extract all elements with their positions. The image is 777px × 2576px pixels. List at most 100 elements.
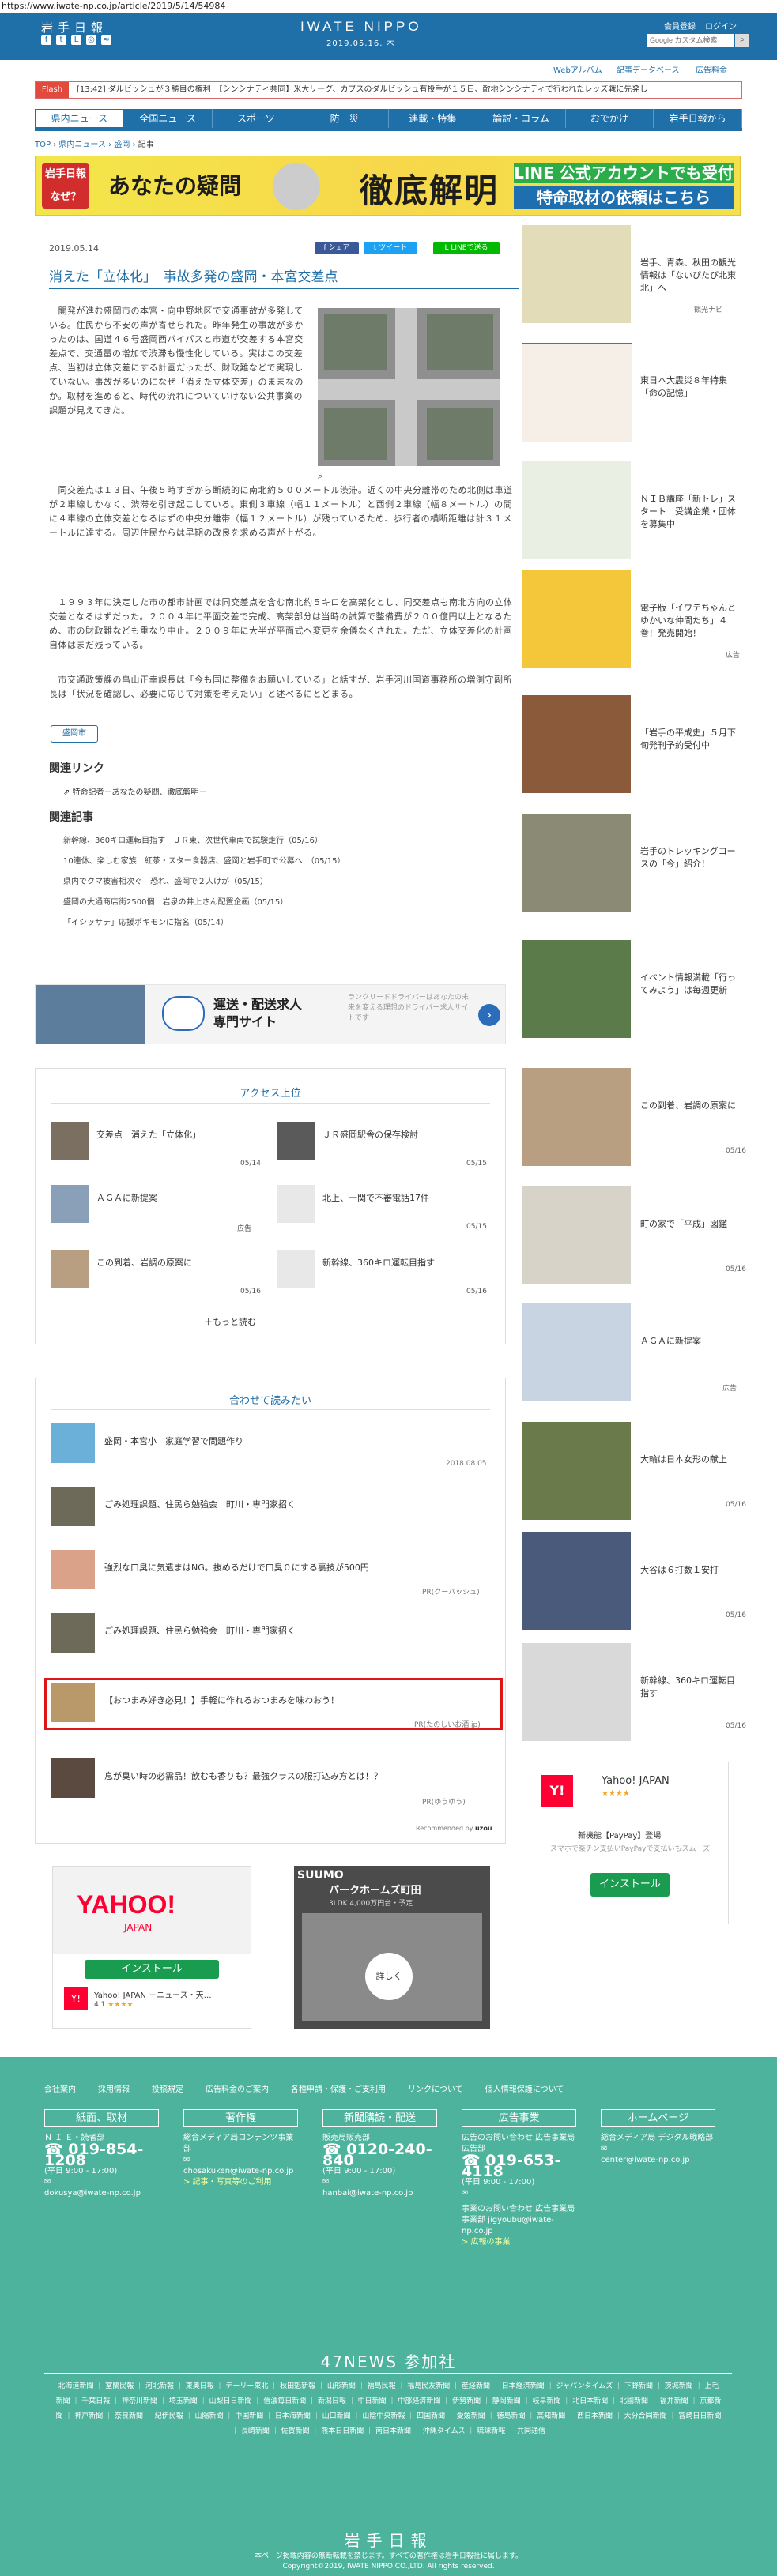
header-link-album[interactable]: Webアルバム [553, 63, 602, 75]
search-input[interactable] [647, 34, 734, 47]
nav-national-news[interactable]: 全国ニュース [124, 109, 213, 128]
address-bar[interactable]: https://www.iwate-np.co.jp/article/2019/… [0, 0, 777, 13]
install-button[interactable]: インストール [590, 1873, 670, 1897]
ad-yahoo-app[interactable]: YAHOO! JAPAN インストール Y! Yahoo! JAPAN －ニュー… [52, 1866, 251, 2029]
related-article-item[interactable]: 10連休、楽しむ家族 紅茶・スター食器店、盛岡と岩手町で公募へ （05/15） [63, 852, 506, 872]
footer-link[interactable]: 会社案内 [44, 2082, 76, 2094]
sidebar-item[interactable]: 「岩手の平成史」５月下旬発刊予約受付中 [522, 695, 743, 798]
phone-number[interactable]: ☎ 0120-240-840 [322, 2142, 437, 2168]
sidebar-item[interactable]: 岩手、青森、秋田の観光情報は「ないびたび北東北」へ 観光ナビ [522, 225, 743, 328]
share-twitter-button[interactable]: t ツイート [364, 242, 417, 254]
nav-disaster[interactable]: 防 災 [300, 109, 389, 128]
install-button[interactable]: インストール [85, 1960, 219, 1979]
recommend-item[interactable]: 息が臭い時の必需品！飲むも香りも？最強クラスの服打込み方とは！？ PR(ゆうゆう… [51, 1758, 493, 1807]
breadcrumb-region[interactable]: 盛岡 [114, 141, 130, 149]
email-link[interactable]: dokusya@iwate-np.co.jp [44, 2188, 159, 2199]
related-article-item[interactable]: 盛岡の大通商店街2500個 岩泉の井上さん配置企画（05/15） [63, 893, 506, 913]
breadcrumb-news[interactable]: 県内ニュース [58, 141, 106, 149]
nav-from-iwate-nippo[interactable]: 岩手日報から [654, 109, 742, 128]
site-logo-en[interactable]: IWATE NIPPO [300, 19, 422, 35]
footer-link[interactable]: 各種申請・保護・ご支利用 [291, 2082, 386, 2094]
rss-icon[interactable]: ≈ [101, 35, 111, 45]
sidebar-item[interactable]: 大谷は６打数１安打 05/16 [522, 1532, 746, 1635]
email-link[interactable]: center@iwate-np.co.jp [601, 2155, 715, 2166]
flash-news-bar[interactable]: Flash [13:42] ダルビッシュが３勝目の権利 【シンシナティ共同】米大… [35, 81, 742, 99]
recommend-item[interactable]: ごみ処理課題、住民ら勉強会 町川・専門家招く [51, 1487, 493, 1534]
header-link-database[interactable]: 記事データベース [617, 63, 680, 75]
nav-outing[interactable]: おでかけ [566, 109, 654, 128]
related-article-item[interactable]: 新幹線、360キロ運転目指す ＪＲ東、次世代車両で試験走行（05/16） [63, 831, 506, 852]
ad-suumo[interactable]: SUUMO パークホームズ町田 3LDK 4,000万円台・予定 詳しく [294, 1866, 490, 2029]
recommend-item[interactable]: 盛岡・本宮小 家庭学習で問題作り 2018.08.05 [51, 1423, 493, 1471]
ranking-thumb [277, 1250, 315, 1288]
share-facebook-button[interactable]: f シェア [315, 242, 359, 254]
nav-editorial[interactable]: 論説・コラム [477, 109, 566, 128]
search-button[interactable]: ⌕ [735, 34, 749, 47]
nav-series[interactable]: 連載・特集 [389, 109, 477, 128]
line-icon[interactable]: L [71, 35, 81, 45]
related-article-item[interactable]: 県内でクマ被害相次ぐ 恐れ、盛岡で２人けが（05/15） [63, 872, 506, 893]
article-paragraph-4: 市交通政策課の畠山正幸課長は「今も国に整備をお願いしている」と話すが、岩手河川国… [49, 675, 512, 699]
sidebar-item[interactable]: 東日本大震災８年特集「命の記憶」 [522, 343, 743, 446]
breadcrumb-top[interactable]: TOP [35, 141, 51, 149]
nav-sports[interactable]: スポーツ [213, 109, 301, 128]
article-photo[interactable] [318, 308, 500, 466]
sidebar-item[interactable]: 電子版「イワテちゃんとゆかいな仲間たち」４巻！発売開始！ 広告 [522, 570, 743, 673]
login-link[interactable]: ログイン [705, 20, 737, 32]
ranking-item[interactable]: 新幹線、360キロ運転目指す 05/16 [277, 1250, 490, 1297]
chevron-right-icon[interactable]: › [478, 1004, 500, 1026]
mail-icon: ✉ [601, 2145, 608, 2153]
footer-link[interactable]: 投稿規定 [152, 2082, 183, 2094]
twitter-icon[interactable]: t [56, 35, 66, 45]
news47-list[interactable]: 北海道新聞 ｜ 室蘭民報 ｜ 河北新報 ｜ 東奥日報 ｜ デーリー東北 ｜ 秋田… [55, 2379, 722, 2439]
promo-banner[interactable]: 岩手日報 なぜ？ あなたの疑問 徹底解明 LINE 公式アカウントでも受付 特命… [35, 156, 741, 216]
banner-request[interactable]: 特命取材の依頼はこちら [514, 186, 734, 209]
related-article-item[interactable]: 「イシッサテ」応援ポキモンに指名（05/14） [63, 913, 506, 934]
recommend-item[interactable]: ごみ処理課題、住民ら勉強会 町川・専門家招く [51, 1613, 493, 1660]
facebook-icon[interactable]: f [41, 35, 51, 45]
sidebar-item[interactable]: ＮＩＢ講座「新トレ」スタート 受講企業・団体を募集中 [522, 461, 743, 564]
sidebar-item[interactable]: 新幹線、360キロ運転目指す 05/16 [522, 1643, 746, 1746]
footer-sub-link[interactable]: > 広報の事業 [462, 2237, 576, 2248]
email-link[interactable]: hanbai@iwate-np.co.jp [322, 2188, 437, 2199]
footer-logo[interactable]: 岩手日報 [0, 2528, 777, 2551]
header-link-ad[interactable]: 広告料金 [696, 63, 727, 75]
ranking-item[interactable]: 交差点 消えた「立体化」 05/14 [51, 1122, 264, 1169]
ranking-item[interactable]: ＪＲ盛岡駅舎の保存検討 05/15 [277, 1122, 490, 1169]
sidebar-item[interactable]: この到着、岩調の原案に 05/16 [522, 1068, 746, 1171]
phone-number[interactable]: ☎ 019-854-1208 [44, 2142, 159, 2168]
tag-morioka[interactable]: 盛岡市 [51, 725, 98, 743]
ranking-item[interactable]: 北上、一関で不審電話17件 05/15 [277, 1185, 490, 1232]
footer-sub-link[interactable]: > 記事・写真等のご利用 [183, 2177, 298, 2188]
footer-link[interactable]: リンクについて [408, 2082, 463, 2094]
nav-prefecture-news[interactable]: 県内ニュース [35, 109, 124, 128]
related-link[interactable]: ⇗ 特命記者－あなたの疑問、徹底解明－ [63, 785, 207, 797]
phone-number[interactable]: ☎ 019-653-4118 [462, 2153, 576, 2179]
sidebar-item[interactable]: 岩手のトレッキングコースの「今」紹介！ [522, 814, 743, 916]
footer-link[interactable]: 広告料金のご案内 [206, 2082, 269, 2094]
recommend-item[interactable]: 強烈な口臭に気遣まはNG。抜めるだけで口臭０にする裏技が500円 PR(クーバッ… [51, 1550, 493, 1597]
ranking-item[interactable]: ＡＧＡに新提案 広告 [51, 1185, 264, 1233]
email-link[interactable]: chosakuken@iwate-np.co.jp [183, 2166, 298, 2177]
site-logo[interactable]: 岩手日報 [41, 19, 107, 36]
sidebar-item[interactable]: イベント情報満載「行ってみよう」は毎週更新 [522, 940, 743, 1043]
sidebar-item[interactable]: 大輪は日本女形の献上 05/16 [522, 1422, 746, 1525]
ad-yahoo-sidebar[interactable]: Y! Yahoo! JAPAN ★★★★ 新機能【PayPay】登場 スマホで楽… [530, 1762, 729, 1924]
external-link-icon: ⇗ [63, 788, 73, 797]
flash-text[interactable]: [13:42] ダルビッシュが３勝目の権利 【シンシナティ共同】米大リーグ、カブ… [77, 82, 733, 98]
ranking-item[interactable]: この到着、岩調の原案に 05/16 [51, 1250, 264, 1297]
instagram-icon[interactable]: ◎ [86, 35, 96, 45]
article-paragraph-2: 同交差点は１３日、午後５時すぎから断続的に南北約５００メートル渋滞。近くの中央分… [49, 485, 513, 538]
sidebar-item[interactable]: ＡＧＡに新提案 広告 [522, 1303, 743, 1406]
footer-link[interactable]: 個人情報保護について [485, 2082, 564, 2094]
ad-delivery-jobs[interactable]: 運送・配送求人 専門サイト ランクリードドライバーはあなたの未来を変える理想のドラ… [35, 984, 506, 1044]
member-register-link[interactable]: 会員登録 [664, 20, 696, 32]
more-button[interactable]: ＋もっと読む [204, 1315, 256, 1328]
banner-line-account[interactable]: LINE 公式アカウントでも受付 [514, 163, 734, 183]
share-line-button[interactable]: L LINEで送る [433, 242, 500, 254]
suumo-detail-button[interactable]: 詳しく [365, 1953, 413, 2000]
sidebar-item[interactable]: 町の家で「平成」図鑑 05/16 [522, 1186, 746, 1289]
zoom-icon[interactable]: ⌕ [318, 471, 322, 482]
recommended-by[interactable]: Recommended by uzou [416, 1825, 492, 1832]
footer-link[interactable]: 採用情報 [98, 2082, 130, 2094]
